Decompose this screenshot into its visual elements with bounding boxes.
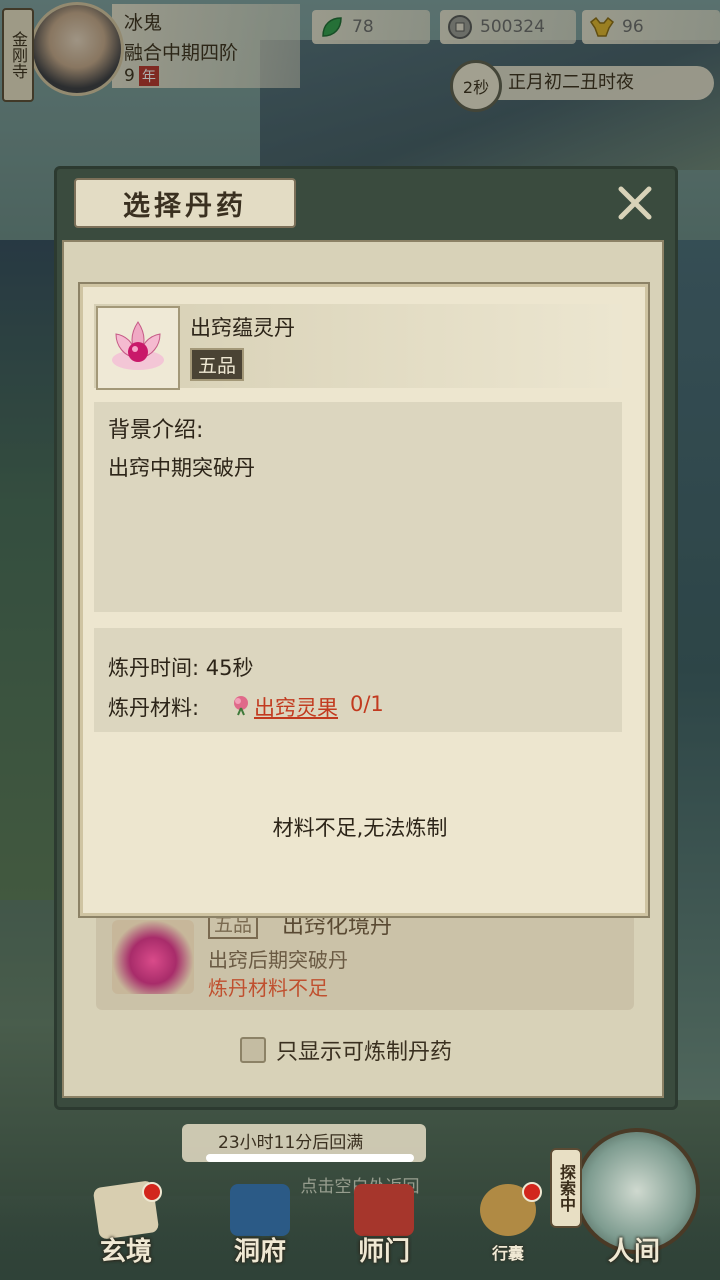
banner-icon — [354, 1184, 414, 1236]
status-message: 材料不足,无法炼制 — [272, 816, 448, 840]
pill-bottle-icon — [112, 920, 194, 994]
filter-checkbox[interactable] — [240, 1037, 266, 1063]
nav-shimen[interactable]: 师门 — [334, 1178, 434, 1274]
nav-xuanjing[interactable]: 玄境 — [76, 1178, 176, 1274]
pill-grade-badge: 五品 — [190, 348, 245, 381]
nav-badge — [522, 1182, 542, 1202]
filter-row[interactable]: 只显示可炼制丹药 — [240, 1034, 452, 1066]
filter-label: 只显示可炼制丹药 — [276, 1040, 453, 1065]
background-title: 背景介绍: — [108, 418, 204, 443]
nav-label: 师门 — [357, 1237, 410, 1267]
list-item-desc: 出窍后期突破丹 — [208, 948, 348, 972]
spirit-fruit-icon — [230, 694, 252, 716]
nav-label: 人间 — [607, 1237, 660, 1267]
background-description: 出窍中期突破丹 — [108, 456, 255, 480]
nav-renjian[interactable]: 人间 — [584, 1178, 684, 1274]
refine-time-value: 45秒 — [205, 656, 254, 680]
modal-title: 选择丹药 — [74, 178, 296, 228]
explore-status-tag: 探索中 — [550, 1148, 582, 1228]
pill-name: 出窍蕴灵丹 — [190, 316, 295, 340]
material-label: 炼丹材料: — [108, 696, 200, 720]
close-icon[interactable] — [610, 180, 660, 226]
material-count: 0/1 — [350, 692, 384, 716]
nav-dongfu[interactable]: 洞府 — [210, 1178, 310, 1274]
nav-badge — [142, 1182, 162, 1202]
regen-text: 23小时11分后回满 — [218, 1133, 364, 1153]
nav-label: 行囊 — [491, 1244, 524, 1263]
list-item-warning: 炼丹材料不足 — [208, 976, 328, 1000]
regen-progress-bar — [206, 1154, 414, 1162]
refine-time-label: 炼丹时间: — [108, 656, 200, 680]
nav-xingnang[interactable]: 行囊 — [468, 1178, 548, 1274]
material-link[interactable]: 出窍灵果 — [254, 692, 338, 722]
nav-label: 洞府 — [233, 1237, 286, 1267]
nav-label: 玄境 — [99, 1237, 152, 1267]
lantern-icon — [230, 1184, 290, 1236]
refine-time: 炼丹时间: 45秒 — [108, 652, 254, 682]
lotus-pill-icon — [96, 306, 180, 390]
